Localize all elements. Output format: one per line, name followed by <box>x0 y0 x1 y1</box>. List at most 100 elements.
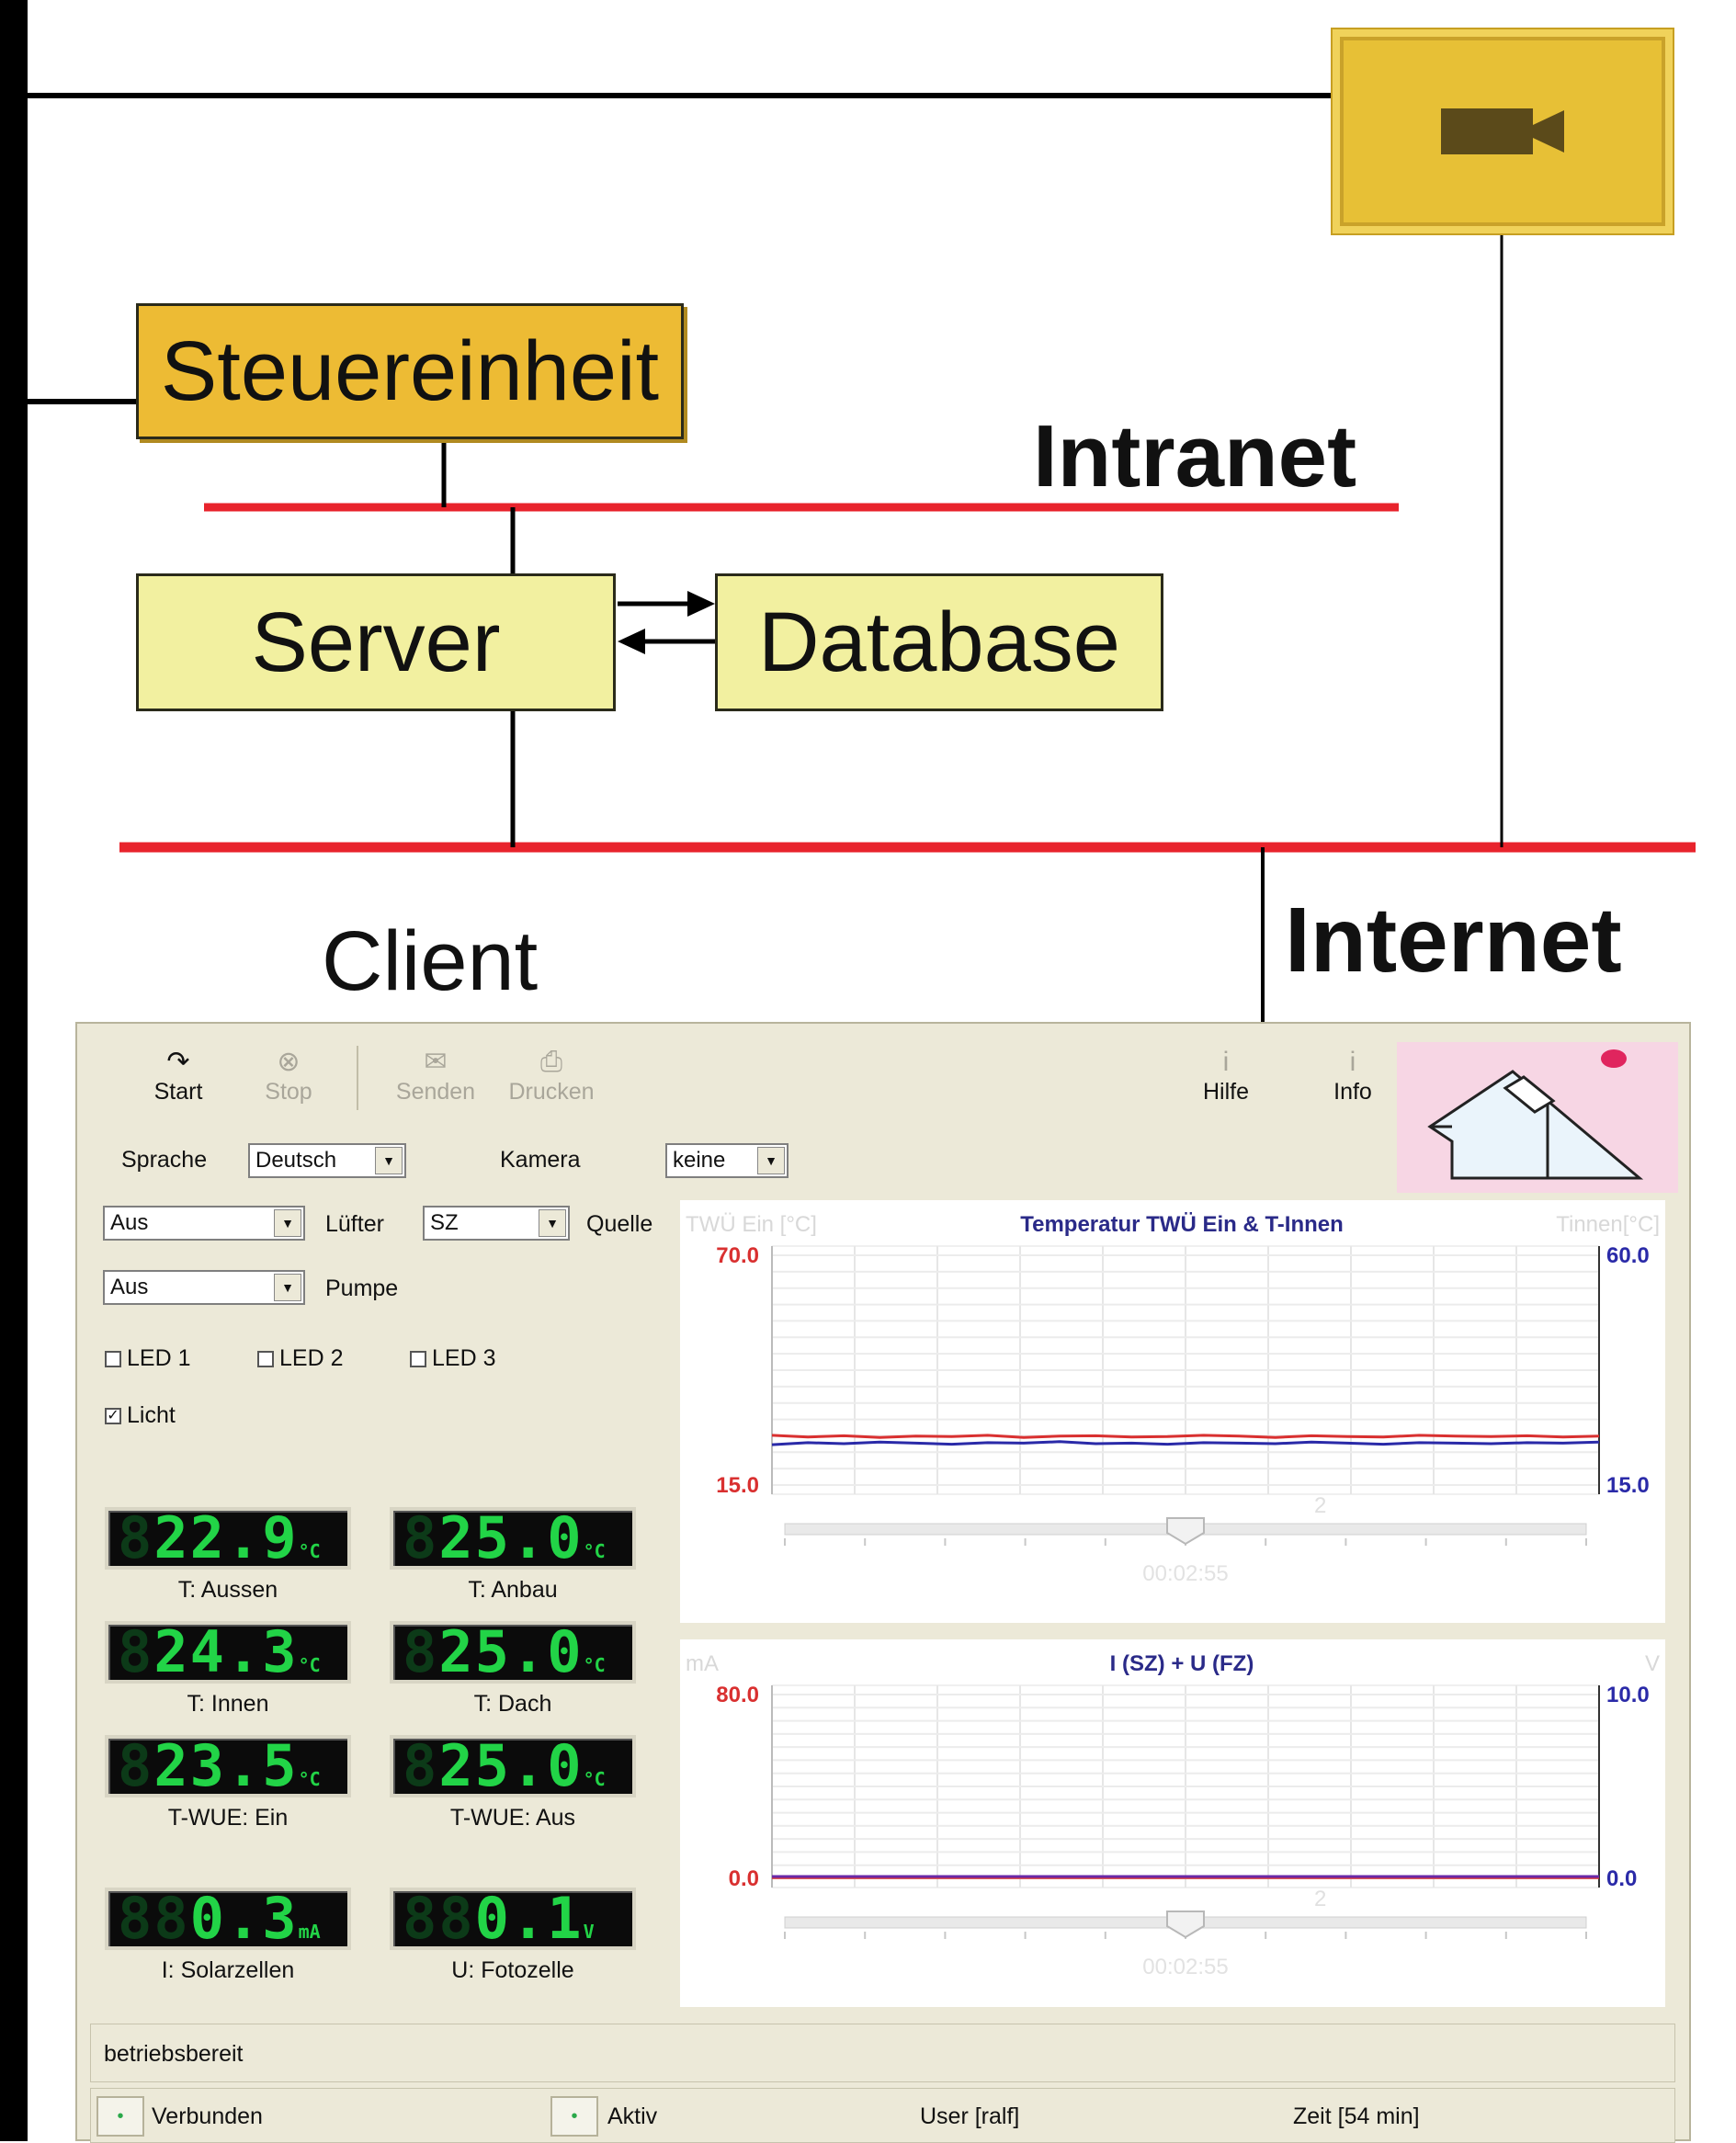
sprache-select[interactable]: Deutsch ▼ <box>248 1143 406 1178</box>
server-box: Server <box>136 573 616 711</box>
lcd-value: 25.0 <box>438 1621 584 1684</box>
chart-title: Temperatur TWÜ Ein & T-Innen <box>1020 1212 1344 1237</box>
user-label: User [ralf] <box>920 2103 1020 2129</box>
left-tick-label: 15.0 <box>716 1473 759 1498</box>
checkbox-box[interactable]: ✓ <box>105 1407 121 1424</box>
lcd-ghost-digits: 8 <box>118 1507 154 1570</box>
lcd-ghost-digits: 8 <box>118 1621 154 1684</box>
lcd-caption: T: Innen <box>187 1691 269 1717</box>
server-label: Server <box>251 595 501 689</box>
database-label: Database <box>758 595 1120 689</box>
stop-label: Stop <box>265 1079 312 1105</box>
hilfe-label: Hilfe <box>1202 1079 1249 1105</box>
slider-thumb[interactable] <box>1166 1517 1205 1546</box>
checkbox-box[interactable] <box>257 1350 274 1367</box>
steuereinheit-box: Steuereinheit <box>136 303 684 439</box>
luefter-value: Aus <box>110 1210 149 1235</box>
chart-title: I (SZ) + U (FZ) <box>1110 1651 1254 1676</box>
steuereinheit-label: Steuereinheit <box>160 323 660 418</box>
status-message-bar: betriebsbereit <box>90 2024 1675 2082</box>
verbunden-indicator-icon: • <box>96 2096 144 2137</box>
lcd-unit: °C <box>298 1768 321 1790</box>
lcd-display: 824.3°C <box>105 1621 351 1684</box>
led2-checkbox[interactable]: LED 2 <box>257 1345 343 1372</box>
lcd-display: 822.9°C <box>105 1507 351 1570</box>
checkbox-box[interactable] <box>410 1350 426 1367</box>
sprache-value: Deutsch <box>255 1148 337 1173</box>
chevron-down-icon[interactable]: ▼ <box>375 1147 403 1174</box>
right-axis-label: V <box>1645 1651 1660 1676</box>
start-button[interactable]: ↷ Start <box>132 1046 224 1106</box>
lcd-value: 22.9 <box>153 1507 299 1570</box>
verbunden-label: Verbunden <box>152 2103 263 2129</box>
left-axis-label: mA <box>686 1651 719 1676</box>
database-box: Database <box>715 573 1163 711</box>
temperature-chart-panel: TWÜ Ein [°C] Tinnen[°C] Temperatur TWÜ Ein… <box>680 1200 1665 1623</box>
client-label: Client <box>322 914 539 1008</box>
lcd-display: 823.5°C <box>105 1735 351 1797</box>
right-axis-label: Tinnen[°C] <box>1556 1212 1660 1237</box>
licht-checkbox[interactable]: ✓ Licht <box>105 1402 176 1429</box>
led1-checkbox[interactable]: LED 1 <box>105 1345 190 1372</box>
led3-label: LED 3 <box>432 1345 496 1371</box>
kamera-select[interactable]: keine ▼ <box>665 1143 789 1178</box>
left-tick-label: 80.0 <box>716 1683 759 1707</box>
luefter-select[interactable]: Aus ▼ <box>103 1206 305 1241</box>
stop-button[interactable]: ⊗ Stop <box>243 1046 335 1106</box>
chevron-down-icon[interactable]: ▼ <box>274 1274 301 1301</box>
lcd-value: 0.3 <box>189 1888 299 1950</box>
senden-label: Senden <box>395 1079 476 1105</box>
lcd-ghost-digits: 8 <box>403 1735 439 1797</box>
start-label: Start <box>153 1079 203 1105</box>
aktiv-label: Aktiv <box>607 2103 658 2129</box>
chevron-down-icon[interactable]: ▼ <box>539 1209 566 1237</box>
hilfe-button[interactable]: i Hilfe <box>1180 1046 1272 1106</box>
lcd-ghost-digits: 8 <box>403 1507 439 1570</box>
left-axis-label: TWÜ Ein [°C] <box>686 1212 817 1237</box>
chevron-down-icon[interactable]: ▼ <box>274 1209 301 1237</box>
series-line <box>771 1434 1600 1439</box>
quelle-label: Quelle <box>586 1211 653 1237</box>
senden-button[interactable]: ✉ Senden <box>380 1046 491 1106</box>
right-tick-label: 0.0 <box>1606 1866 1637 1891</box>
toolbar-divider <box>357 1046 358 1110</box>
help-icon: i <box>1222 1047 1230 1077</box>
led1-label: LED 1 <box>127 1345 191 1371</box>
left-trunk-line <box>0 0 28 2141</box>
lcd-ghost-digits: 8 <box>118 1735 154 1797</box>
lcd-value: 0.1 <box>474 1888 584 1950</box>
lcd-unit: °C <box>298 1654 321 1676</box>
internet-label: Internet <box>1285 889 1622 992</box>
info-button[interactable]: i Info <box>1307 1046 1399 1106</box>
pumpe-select[interactable]: Aus ▼ <box>103 1270 305 1305</box>
cursor-marker-label: 2 <box>1314 1887 1326 1911</box>
quelle-select[interactable]: SZ ▼ <box>423 1206 570 1241</box>
lcd-unit: mA <box>298 1921 321 1943</box>
current-voltage-chart: mA V I (SZ) + U (FZ) 80.0 0.0 10.0 0.0 2 00:02:5… <box>686 1651 1660 1979</box>
lcd-unit: V <box>583 1921 595 1943</box>
lcd-display: 880.1V <box>390 1888 636 1950</box>
house-logo <box>1397 1042 1678 1193</box>
pumpe-value: Aus <box>110 1275 149 1299</box>
time-label: 00:02:55 <box>1142 1561 1228 1586</box>
zeit-label: Zeit [54 min] <box>1293 2103 1420 2129</box>
lcd-unit: °C <box>583 1540 606 1562</box>
chevron-down-icon[interactable]: ▼ <box>757 1147 785 1174</box>
licht-label: Licht <box>127 1402 176 1428</box>
envelope-icon: ✉ <box>424 1047 448 1077</box>
right-tick-label: 15.0 <box>1606 1473 1650 1498</box>
connection-status-bar: • Verbunden • Aktiv User [ralf] Zeit [54… <box>90 2088 1675 2143</box>
house-icon <box>1427 1049 1644 1180</box>
drucken-button[interactable]: ⎙ Drucken <box>496 1046 607 1106</box>
printer-icon: ⎙ <box>540 1047 562 1077</box>
client-panel: ↷ Start ⊗ Stop ✉ Senden ⎙ Drucken i Hilf… <box>75 1022 1691 2143</box>
checkbox-box[interactable] <box>105 1350 121 1367</box>
info-label: Info <box>1333 1079 1372 1105</box>
lcd-unit: °C <box>583 1768 606 1790</box>
kamera-label: Kamera <box>500 1147 581 1173</box>
lcd-caption: U: Fotozelle <box>451 1957 574 1983</box>
left-tick-label: 0.0 <box>729 1866 759 1891</box>
slider-thumb[interactable] <box>1166 1911 1205 1939</box>
led3-checkbox[interactable]: LED 3 <box>410 1345 495 1372</box>
lcd-caption: T-WUE: Ein <box>167 1805 289 1831</box>
